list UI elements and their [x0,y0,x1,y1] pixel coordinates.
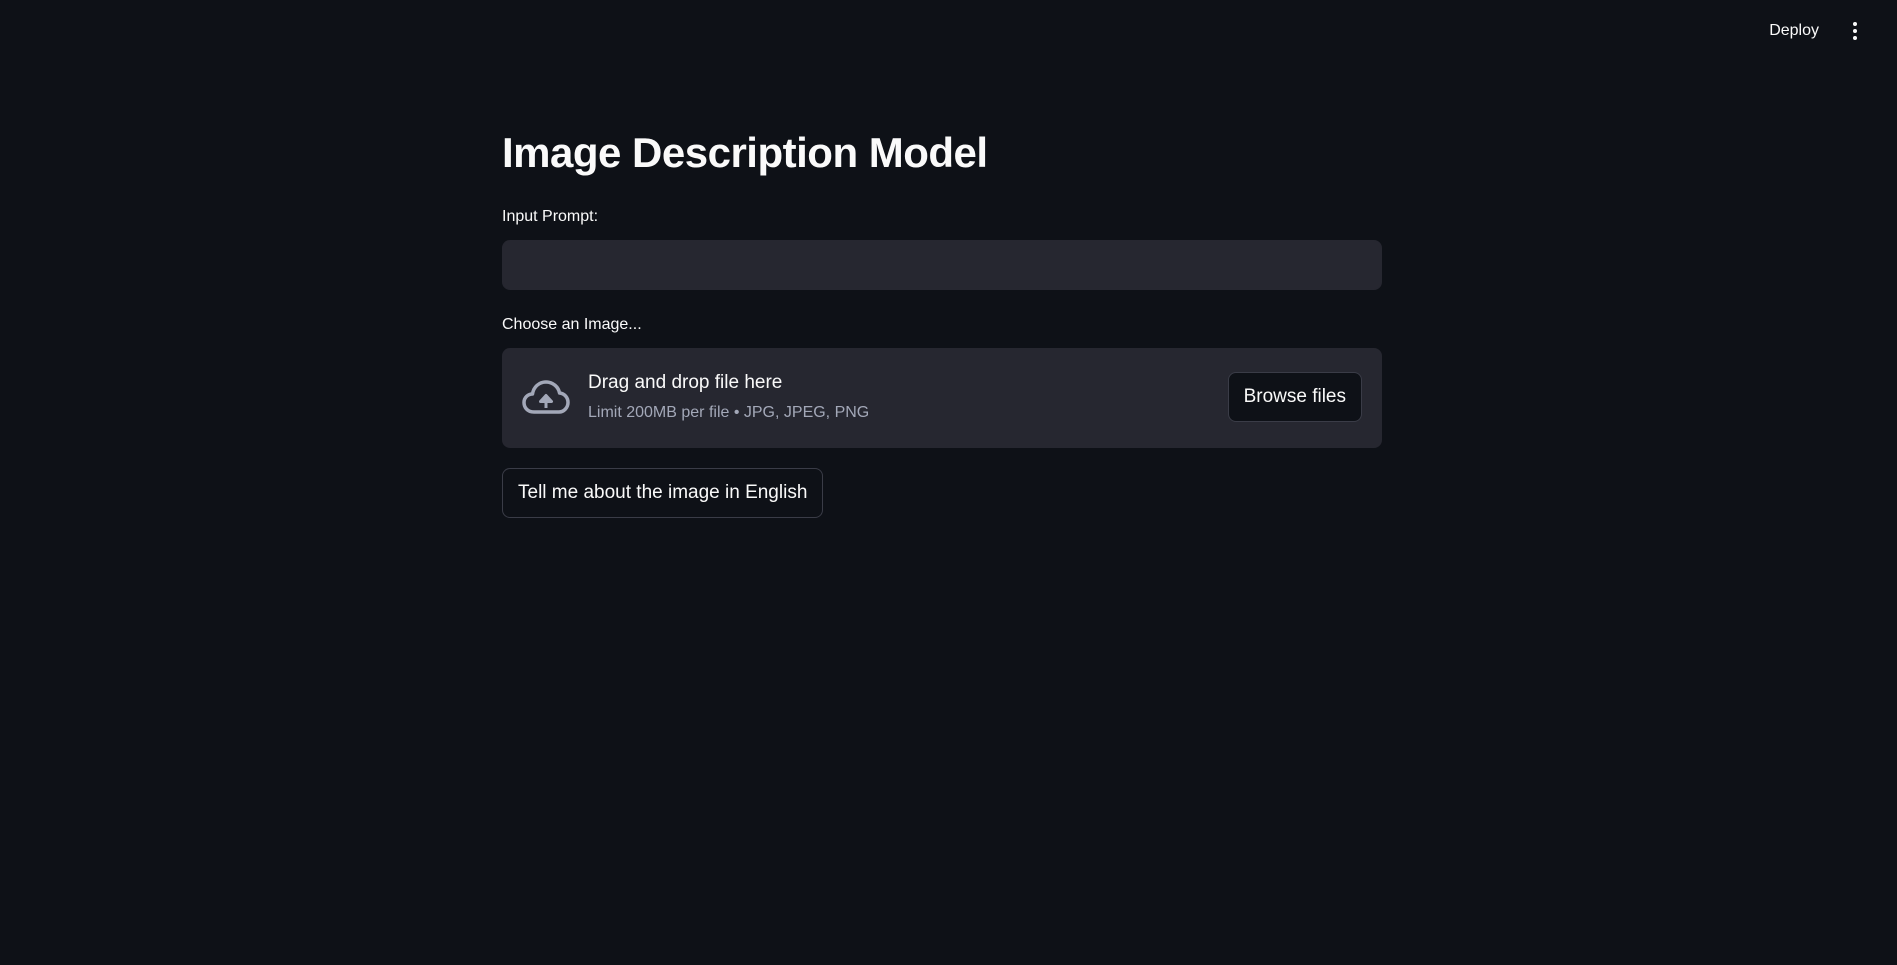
deploy-button[interactable]: Deploy [1757,16,1831,46]
menu-dot [1853,29,1857,33]
cloud-upload-icon [522,380,570,414]
header-bar: Deploy [0,0,1897,62]
file-dropzone[interactable]: Drag and drop file here Limit 200MB per … [502,348,1382,448]
dropzone-text: Drag and drop file here Limit 200MB per … [588,370,869,424]
vertical-ellipsis-icon[interactable] [1843,16,1867,46]
app-root: Deploy Image Description Model Input Pro… [0,0,1897,965]
prompt-label: Input Prompt: [502,208,599,225]
menu-dot [1853,22,1857,26]
page-title: Image Description Model [502,129,988,176]
describe-image-button[interactable]: Tell me about the image in English [502,468,824,518]
uploader-label: Choose an Image... [502,316,642,333]
main-content: Image Description Model Input Prompt: Ch… [502,120,1382,518]
menu-dot [1853,36,1857,40]
prompt-input[interactable] [502,240,1382,290]
dropzone-limits: Limit 200MB per file • JPG, JPEG, PNG [588,404,870,421]
dropzone-instructions: Drag and drop file here [588,372,783,393]
browse-files-button[interactable]: Browse files [1227,372,1362,422]
